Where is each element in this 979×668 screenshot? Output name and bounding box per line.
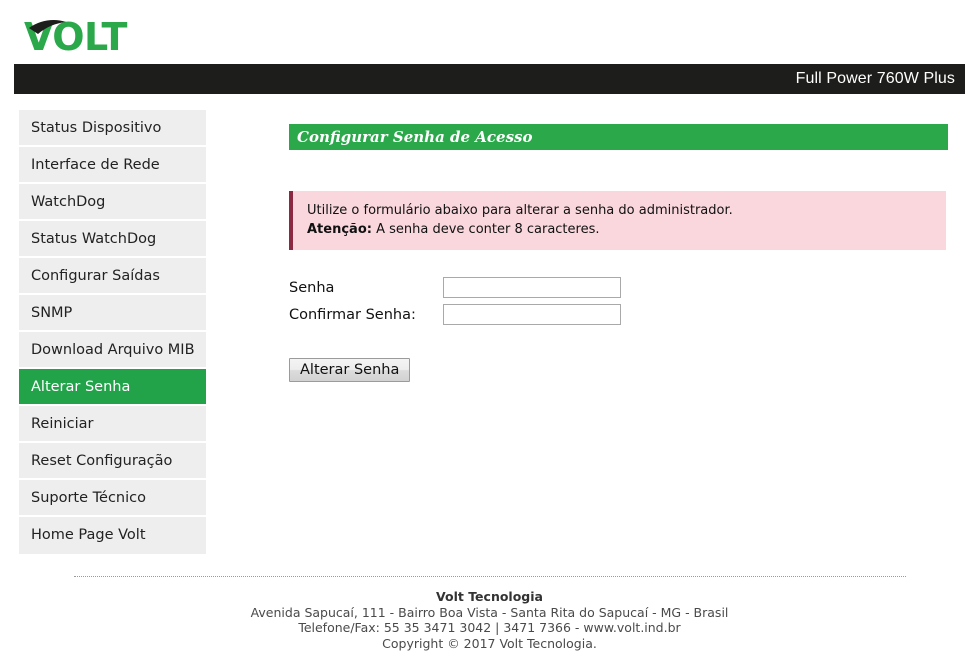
sidebar-item-reiniciar[interactable]: Reiniciar [19, 406, 206, 443]
sidebar-item-status-dispositivo[interactable]: Status Dispositivo [19, 110, 206, 147]
change-password-form: Senha Confirmar Senha: Alterar Senha [289, 274, 948, 382]
footer-contact: Telefone/Fax: 55 35 3471 3042 | 3471 736… [298, 620, 681, 635]
footer-divider [74, 576, 906, 577]
change-password-button[interactable]: Alterar Senha [289, 358, 411, 382]
footer-company: Volt Tecnologia [436, 589, 543, 604]
password-input[interactable] [443, 277, 621, 298]
alert-line-1: Utilize o formulário abaixo para alterar… [307, 203, 733, 218]
alert-line-2: Atenção: A senha deve conter 8 caractere… [307, 221, 946, 240]
password-row: Senha [289, 274, 948, 301]
sidebar-item-configurar-saidas[interactable]: Configurar Saídas [19, 258, 206, 295]
confirm-password-row: Confirmar Senha: [289, 301, 948, 328]
volt-logo: VOLT [24, 16, 224, 60]
sidebar-item-reset-configuracao[interactable]: Reset Configuração [19, 443, 206, 480]
sidebar-item-home-page-volt[interactable]: Home Page Volt [19, 517, 206, 554]
device-title: Full Power 760W Plus [795, 70, 955, 87]
sidebar-item-suporte-tecnico[interactable]: Suporte Técnico [19, 480, 206, 517]
info-alert: Utilize o formulário abaixo para alterar… [289, 191, 946, 250]
sidebar-item-download-arquivo-mib[interactable]: Download Arquivo MIB [19, 332, 206, 369]
sidebar-nav: Status Dispositivo Interface de Rede Wat… [19, 110, 206, 554]
password-label: Senha [289, 279, 335, 296]
submit-row: Alterar Senha [289, 358, 948, 382]
page-root: VOLT Full Power 760W Plus Status Disposi… [0, 0, 979, 668]
sidebar-item-snmp[interactable]: SNMP [19, 295, 206, 332]
alert-warning-label: Atenção: [307, 221, 372, 237]
confirm-password-input[interactable] [443, 304, 621, 325]
footer-address: Avenida Sapucaí, 111 - Bairro Boa Vista … [250, 604, 729, 620]
sidebar-item-status-watchdog[interactable]: Status WatchDog [19, 221, 206, 258]
sidebar-item-watchdog[interactable]: WatchDog [19, 184, 206, 221]
page-title: Configurar Senha de Acesso [289, 124, 948, 150]
main-content: Configurar Senha de Acesso Utilize o for… [289, 124, 948, 382]
sidebar-item-alterar-senha[interactable]: Alterar Senha [19, 369, 206, 406]
footer-copyright: Copyright © 2017 Volt Tecnologia. [382, 635, 597, 651]
volt-logo-icon: VOLT [24, 16, 128, 59]
alert-warning-text: A senha deve conter 8 caracteres. [371, 221, 600, 237]
device-title-bar: Full Power 760W Plus [14, 64, 965, 94]
confirm-password-label: Confirmar Senha: [289, 306, 416, 323]
sidebar-item-interface-de-rede[interactable]: Interface de Rede [19, 147, 206, 184]
footer: Volt Tecnologia Avenida Sapucaí, 111 - B… [0, 589, 979, 651]
